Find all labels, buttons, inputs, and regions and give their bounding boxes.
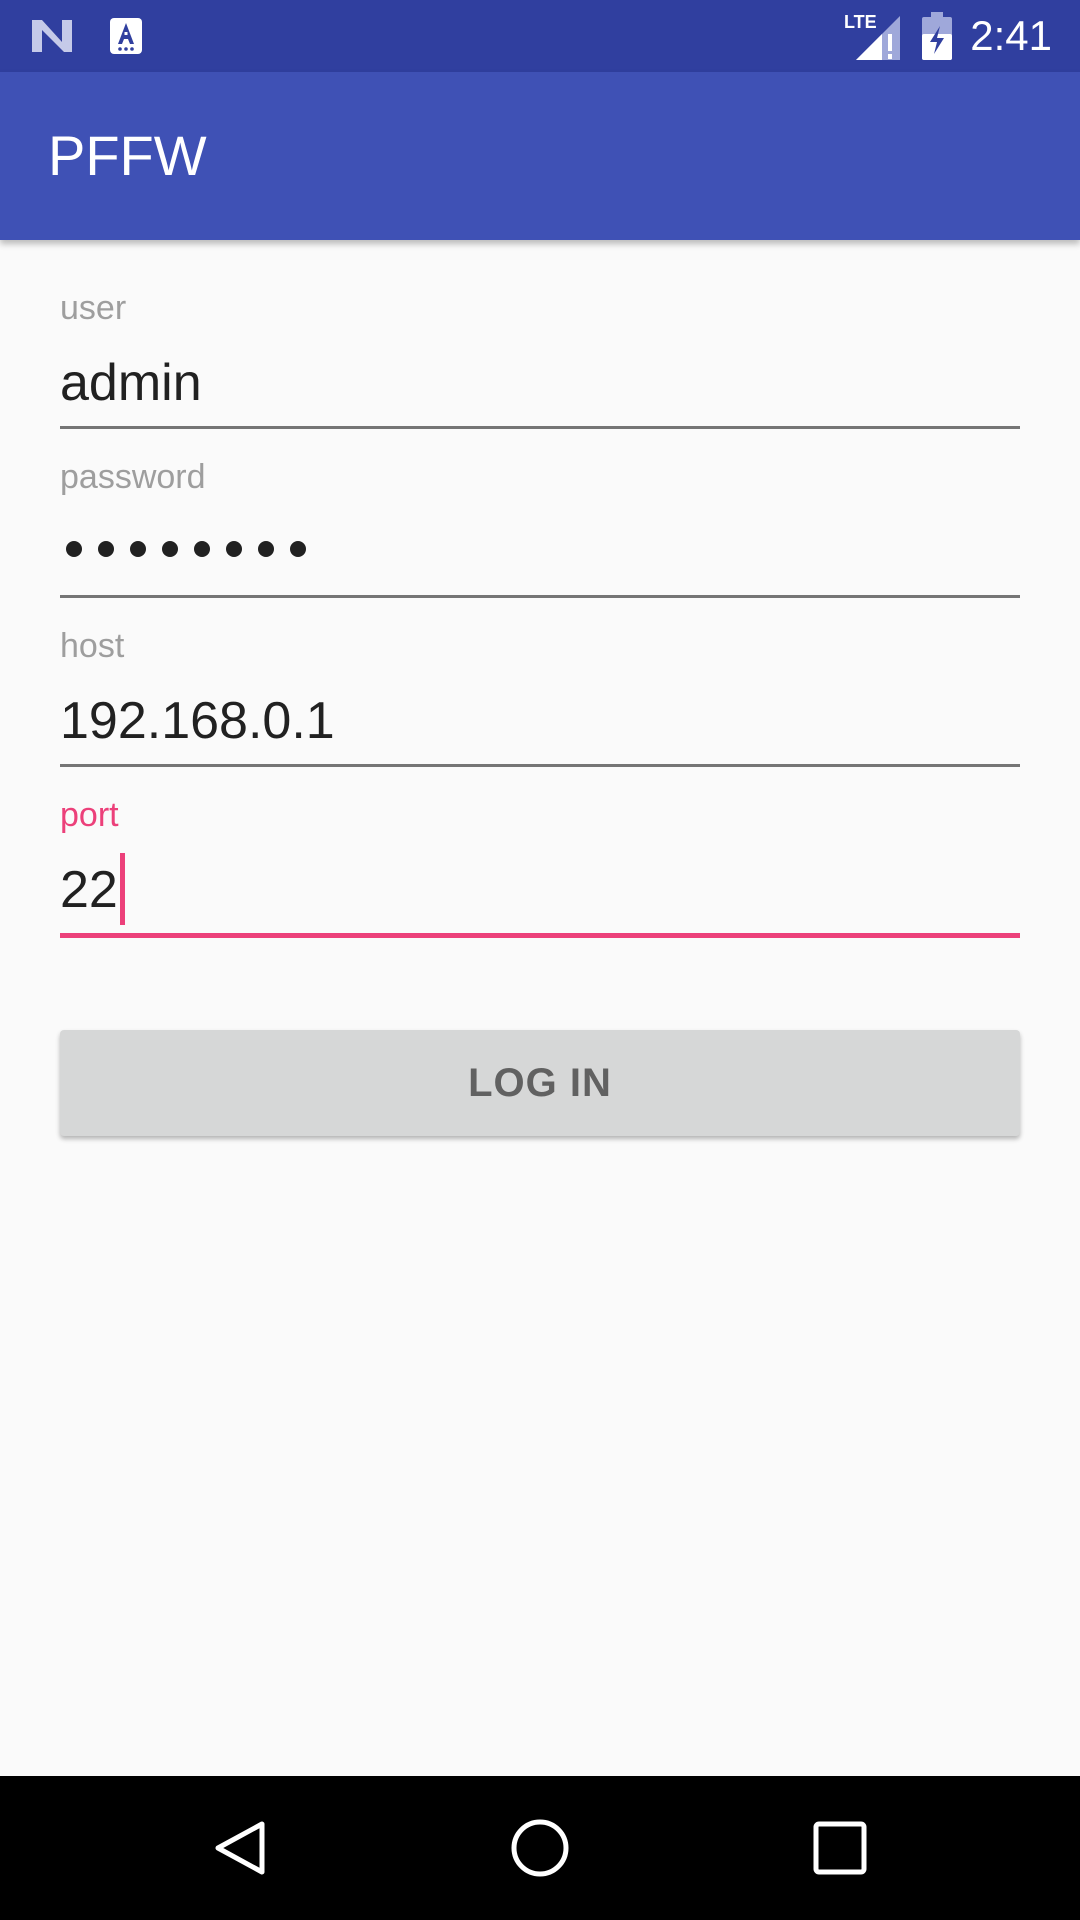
user-label: user — [60, 289, 127, 327]
text-a-notification-icon — [110, 18, 142, 54]
password-dot — [258, 541, 274, 557]
lte-signal-icon: LTE — [842, 12, 902, 60]
app-title: PFFW — [48, 124, 207, 187]
password-label: password — [60, 458, 206, 496]
password-dot — [98, 541, 114, 557]
n-notification-icon — [32, 20, 72, 52]
battery-charging-icon — [922, 12, 952, 60]
port-input[interactable]: 22 — [60, 853, 1020, 925]
port-value: 22 — [60, 861, 118, 919]
password-dot — [226, 541, 242, 557]
app-bar: PFFW — [0, 72, 1080, 240]
password-dot — [66, 541, 82, 557]
status-time: 2:41 — [970, 12, 1052, 59]
back-button[interactable] — [190, 1798, 290, 1898]
recents-icon — [813, 1821, 867, 1875]
host-field[interactable]: host 192.168.0.1 — [60, 626, 1020, 776]
port-underline — [60, 933, 1020, 938]
home-button[interactable] — [490, 1798, 590, 1898]
login-button[interactable]: LOG IN — [60, 1030, 1020, 1136]
port-label: port — [60, 796, 119, 834]
password-input[interactable] — [60, 519, 1020, 585]
login-button-label: LOG IN — [468, 1060, 612, 1105]
user-field[interactable]: user admin — [60, 288, 1020, 438]
user-input[interactable]: admin — [60, 350, 1020, 416]
port-field[interactable]: port 22 — [60, 795, 1020, 945]
home-icon — [511, 1819, 569, 1877]
navigation-bar — [0, 1776, 1080, 1920]
status-bar: LTE 2:41 — [0, 0, 1080, 72]
back-icon — [215, 1821, 265, 1875]
recents-button[interactable] — [790, 1798, 890, 1898]
host-underline — [60, 764, 1020, 767]
password-field[interactable]: password — [60, 457, 1020, 607]
password-dot — [162, 541, 178, 557]
password-dot — [194, 541, 210, 557]
password-underline — [60, 595, 1020, 598]
host-input[interactable]: 192.168.0.1 — [60, 688, 1020, 754]
text-cursor — [119, 853, 125, 925]
host-label: host — [60, 627, 125, 665]
password-dot — [290, 541, 306, 557]
password-dot — [130, 541, 146, 557]
user-underline — [60, 426, 1020, 429]
